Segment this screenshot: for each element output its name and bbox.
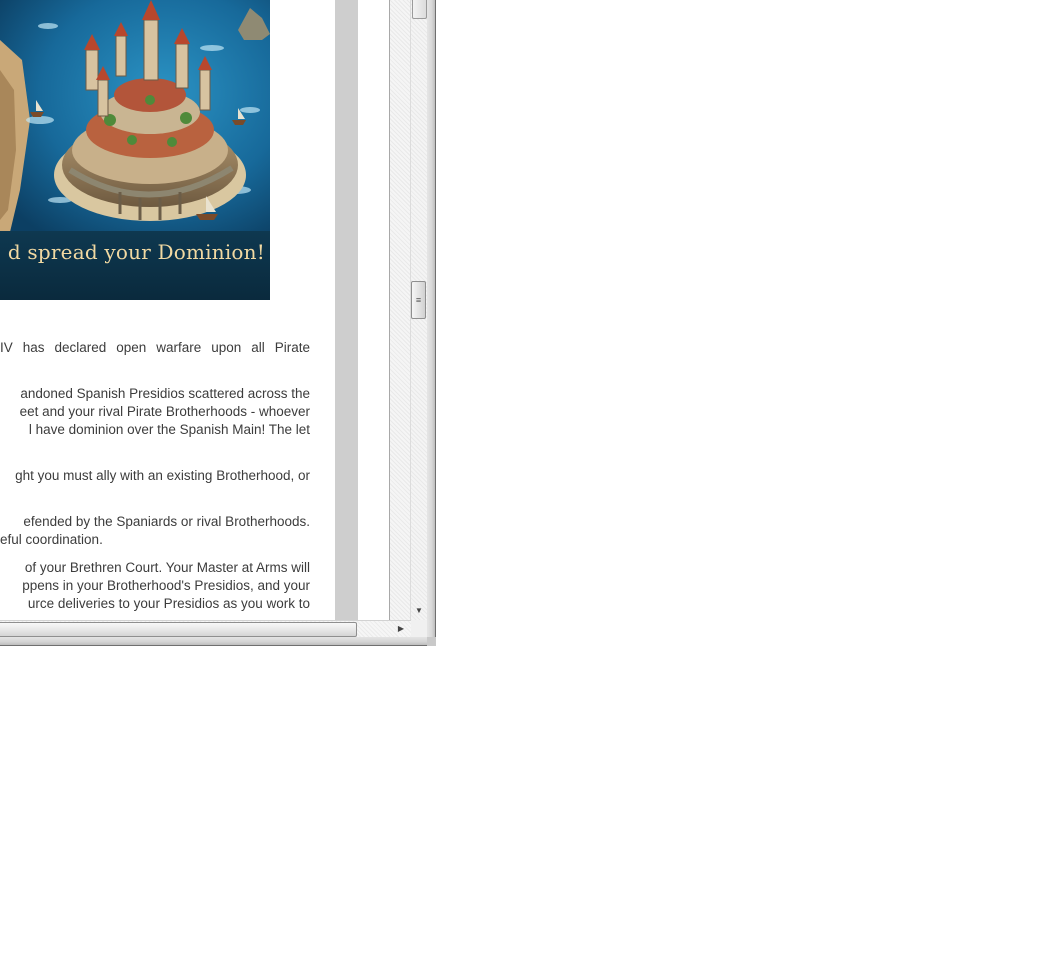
vertical-scrollbar-top-cap: [412, 0, 427, 19]
article-paragraph-5: of your Brethren Court. Your Master at A…: [0, 559, 310, 613]
browser-window: d spread your Dominion! IV has declared …: [0, 0, 436, 646]
paragraph-line: efended by the Spaniards or rival Brothe…: [23, 514, 310, 529]
window-resize-corner[interactable]: [427, 637, 436, 646]
paragraph-line: IV has declared open warfare upon all Pi…: [0, 340, 310, 355]
scrollbar-corner: [411, 620, 427, 637]
paragraph-line: of your Brethren Court. Your Master at A…: [24, 560, 310, 575]
paragraph-line: ppens in your Brotherhood's Presidios, a…: [22, 578, 310, 593]
horizontal-scrollbar[interactable]: ▶: [0, 620, 411, 638]
vertical-scrollbar[interactable]: ≡ ▼: [411, 0, 427, 620]
page-side-gutter: [335, 0, 358, 620]
promo-banner-image: d spread your Dominion!: [0, 0, 270, 300]
article-paragraph-2: andoned Spanish Presidios scattered acro…: [0, 385, 310, 439]
scroll-right-arrow-icon[interactable]: ▶: [393, 621, 409, 637]
page-content: d spread your Dominion! IV has declared …: [0, 0, 335, 620]
paragraph-line: eful coordination.: [0, 532, 103, 547]
paragraph-line: urce deliveries to your Presidios as you…: [27, 596, 310, 611]
article-paragraph-3: ght you must ally with an existing Broth…: [0, 467, 310, 485]
article-paragraph-1: IV has declared open warfare upon all Pi…: [0, 339, 310, 357]
paragraph-line: ght you must ally with an existing Broth…: [15, 468, 310, 483]
window-frame-right[interactable]: [427, 0, 436, 645]
page-margin: [358, 0, 390, 620]
window-frame-bottom[interactable]: [0, 637, 436, 646]
article-paragraph-4: efended by the Spaniards or rival Brothe…: [0, 513, 310, 549]
paragraph-line: andoned Spanish Presidios scattered acro…: [20, 386, 310, 401]
horizontal-scroll-thumb[interactable]: [0, 622, 357, 637]
inner-scroll-track[interactable]: [390, 0, 411, 620]
banner-caption-text: d spread your Dominion!: [7, 240, 265, 264]
vertical-scroll-thumb[interactable]: ≡: [411, 281, 426, 319]
scroll-down-arrow-icon[interactable]: ▼: [411, 603, 427, 619]
paragraph-line: eet and your rival Pirate Brotherhoods -…: [19, 404, 310, 419]
paragraph-line: l have dominion over the Spanish Main! T…: [28, 422, 310, 437]
